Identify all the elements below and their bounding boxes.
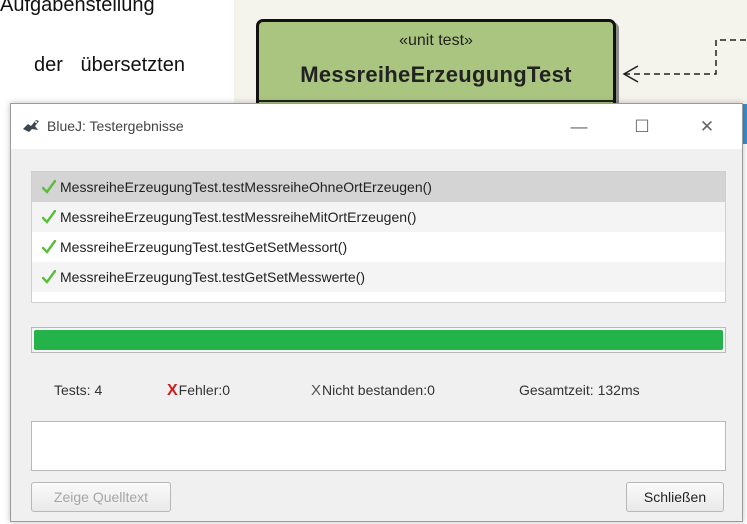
test-list-item[interactable]: MessreiheErzeugungTest.testGetSetMessort… [32,232,725,262]
test-name: MessreiheErzeugungTest.testMessreiheMitO… [60,209,417,225]
failures-count: XNicht bestanden:0 [311,382,435,399]
failures-label: Nicht bestanden:0 [322,382,435,398]
check-icon [42,210,56,224]
errors-count: XFehler:0 [167,382,230,400]
test-results-window: BlueJ: Testergebnisse — ☐ ✕ MessreiheErz… [10,103,743,522]
total-time: Gesamtzeit: 132ms [519,382,640,398]
progress-fill [34,330,723,350]
show-source-button[interactable]: Zeige Quelltext [31,482,171,512]
check-icon [42,270,56,284]
test-progress-bar [31,327,726,353]
check-icon [42,180,56,194]
tests-count: Tests: 4 [54,382,103,398]
bluej-bird-icon [23,120,39,132]
uml-class-name: MessreiheErzeugungTest [300,62,572,87]
test-list[interactable]: MessreiheErzeugungTest.testMessreiheOhne… [31,171,726,303]
document-text-line: Aufgabenstellung [0,0,155,16]
title-bar[interactable]: BlueJ: Testergebnisse — ☐ ✕ [11,104,742,149]
document-text-line: der übersetzten [34,54,185,76]
uml-divider [259,100,613,102]
errors-label: Fehler:0 [178,382,231,398]
failure-x-icon: X [311,382,322,399]
close-button[interactable]: Schließen [626,482,724,512]
dependency-arrow [622,39,747,83]
window-title: BlueJ: Testergebnisse [47,118,184,134]
test-name: MessreiheErzeugungTest.testGetSetMesswer… [60,269,366,285]
test-name: MessreiheErzeugungTest.testGetSetMessort… [60,239,348,255]
check-icon [42,240,56,254]
message-area[interactable] [31,421,726,471]
error-x-icon: X [167,382,178,399]
minimize-button[interactable]: — [556,112,602,142]
test-list-item[interactable]: MessreiheErzeugungTest.testGetSetMesswer… [32,262,725,292]
maximize-button[interactable]: ☐ [619,112,665,142]
test-list-item[interactable]: MessreiheErzeugungTest.testMessreiheOhne… [32,172,725,202]
test-summary: Tests: 4 XFehler:0 XNicht bestanden:0 Ge… [31,374,726,404]
uml-stereotype: «unit test» [399,32,473,49]
test-name: MessreiheErzeugungTest.testMessreiheOhne… [60,179,432,195]
test-list-item[interactable]: MessreiheErzeugungTest.testMessreiheMitO… [32,202,725,232]
close-window-button[interactable]: ✕ [684,112,730,142]
